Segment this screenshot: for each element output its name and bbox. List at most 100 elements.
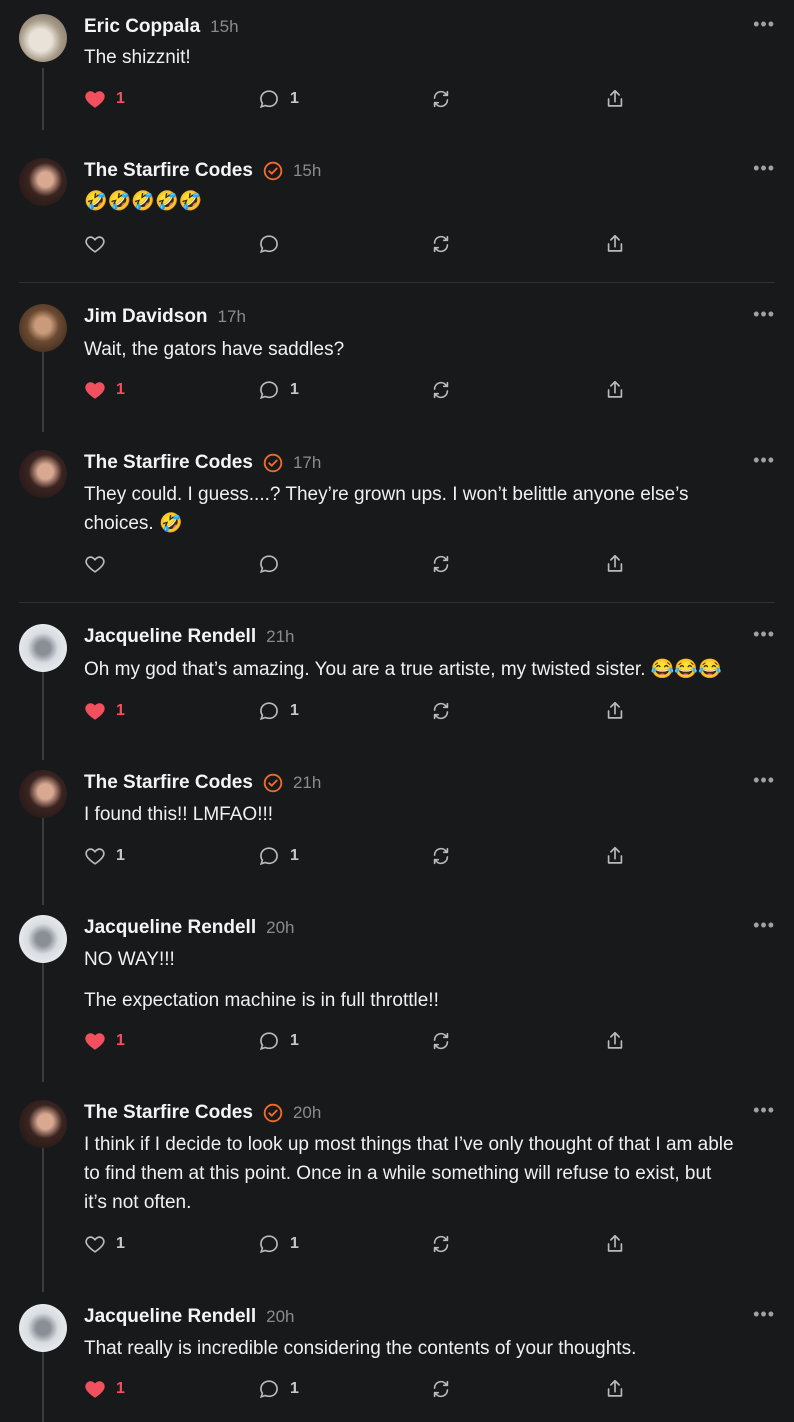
heart-icon — [84, 700, 106, 722]
share-button[interactable] — [604, 88, 626, 110]
author-name[interactable]: The Starfire Codes — [84, 452, 253, 474]
repost-button[interactable] — [430, 1030, 452, 1052]
repost-icon — [430, 379, 452, 401]
post-text-line: The expectation machine is in full throt… — [84, 990, 439, 1011]
timestamp[interactable]: 20h — [293, 1103, 321, 1123]
repost-button[interactable] — [430, 379, 452, 401]
author-name[interactable]: The Starfire Codes — [84, 772, 253, 794]
like-button[interactable] — [84, 233, 106, 255]
more-icon[interactable]: ••• — [753, 770, 775, 791]
avatar[interactable] — [19, 450, 67, 498]
more-icon[interactable]: ••• — [753, 624, 775, 645]
share-icon — [604, 845, 626, 867]
timestamp[interactable]: 20h — [266, 1307, 294, 1327]
like-count: 1 — [116, 702, 125, 719]
author-name[interactable]: Jacqueline Rendell — [84, 1306, 256, 1328]
repost-button[interactable] — [430, 700, 452, 722]
avatar[interactable] — [19, 624, 67, 672]
timestamp[interactable]: 15h — [293, 161, 321, 181]
reply-button[interactable]: 1 — [258, 700, 299, 722]
avatar[interactable] — [19, 770, 67, 818]
share-button[interactable] — [604, 845, 626, 867]
more-icon[interactable]: ••• — [753, 304, 775, 325]
post-text-line: to find them at this point. Once in a wh… — [84, 1163, 712, 1184]
reply-button[interactable]: 1 — [258, 88, 299, 110]
more-icon[interactable]: ••• — [753, 1100, 775, 1121]
repost-button[interactable] — [430, 1378, 452, 1400]
action-bar: 11 — [84, 379, 644, 403]
reply-button[interactable]: 1 — [258, 1233, 299, 1255]
post-text-line — [84, 974, 764, 986]
timestamp[interactable]: 15h — [210, 17, 238, 37]
thread-divider — [19, 602, 775, 603]
repost-icon — [430, 553, 452, 575]
share-button[interactable] — [604, 1233, 626, 1255]
timestamp[interactable]: 17h — [218, 307, 246, 327]
like-count: 1 — [116, 90, 125, 107]
avatar[interactable] — [19, 1100, 67, 1148]
reply-button[interactable]: 1 — [258, 379, 299, 401]
like-button[interactable]: 1 — [84, 845, 125, 867]
like-button[interactable]: 1 — [84, 1378, 125, 1400]
like-button[interactable] — [84, 553, 106, 575]
author-name[interactable]: Jim Davidson — [84, 306, 208, 328]
repost-button[interactable] — [430, 845, 452, 867]
author-name[interactable]: The Starfire Codes — [84, 1102, 253, 1124]
reply-count: 1 — [290, 1032, 299, 1049]
repost-button[interactable] — [430, 88, 452, 110]
reply-button[interactable]: 1 — [258, 845, 299, 867]
action-bar: 11 — [84, 845, 644, 869]
share-button[interactable] — [604, 1030, 626, 1052]
avatar[interactable] — [19, 1304, 67, 1352]
reply-button[interactable]: 1 — [258, 1378, 299, 1400]
timestamp[interactable]: 20h — [266, 918, 294, 938]
timestamp[interactable]: 17h — [293, 453, 321, 473]
more-icon[interactable]: ••• — [753, 450, 775, 471]
author-name[interactable]: Eric Coppala — [84, 16, 200, 38]
like-button[interactable]: 1 — [84, 700, 125, 722]
avatar[interactable] — [19, 304, 67, 352]
more-icon[interactable]: ••• — [753, 158, 775, 179]
share-button[interactable] — [604, 379, 626, 401]
share-icon — [604, 553, 626, 575]
timestamp[interactable]: 21h — [266, 627, 294, 647]
like-count: 1 — [116, 381, 125, 398]
author-name[interactable]: The Starfire Codes — [84, 160, 253, 182]
post-text-line: That really is incredible considering th… — [84, 1338, 637, 1359]
share-button[interactable] — [604, 700, 626, 722]
share-button[interactable] — [604, 233, 626, 255]
repost-button[interactable] — [430, 233, 452, 255]
reply-count: 1 — [290, 1235, 299, 1252]
post-header: Jacqueline Rendell 21h — [84, 626, 295, 648]
timestamp[interactable]: 21h — [293, 773, 321, 793]
more-icon[interactable]: ••• — [753, 14, 775, 35]
like-button[interactable]: 1 — [84, 1030, 125, 1052]
share-button[interactable] — [604, 553, 626, 575]
heart-icon — [84, 233, 106, 255]
avatar[interactable] — [19, 158, 67, 206]
more-icon[interactable]: ••• — [753, 915, 775, 936]
share-icon — [604, 1233, 626, 1255]
repost-button[interactable] — [430, 1233, 452, 1255]
reply-button[interactable]: 1 — [258, 1030, 299, 1052]
verified-icon — [263, 1103, 283, 1123]
repost-button[interactable] — [430, 553, 452, 575]
like-button[interactable]: 1 — [84, 88, 125, 110]
like-button[interactable]: 1 — [84, 379, 125, 401]
comment-icon — [258, 553, 280, 575]
repost-icon — [430, 88, 452, 110]
share-button[interactable] — [604, 1378, 626, 1400]
more-icon[interactable]: ••• — [753, 1304, 775, 1325]
share-icon — [604, 233, 626, 255]
reply-button[interactable] — [258, 553, 280, 575]
author-name[interactable]: Jacqueline Rendell — [84, 917, 256, 939]
reply-count: 1 — [290, 381, 299, 398]
post-header: Jacqueline Rendell 20h — [84, 917, 295, 939]
avatar[interactable] — [19, 915, 67, 963]
like-button[interactable]: 1 — [84, 1233, 125, 1255]
action-bar: 11 — [84, 88, 644, 112]
author-name[interactable]: Jacqueline Rendell — [84, 626, 256, 648]
reply-button[interactable] — [258, 233, 280, 255]
avatar[interactable] — [19, 14, 67, 62]
comment-icon — [258, 1378, 280, 1400]
